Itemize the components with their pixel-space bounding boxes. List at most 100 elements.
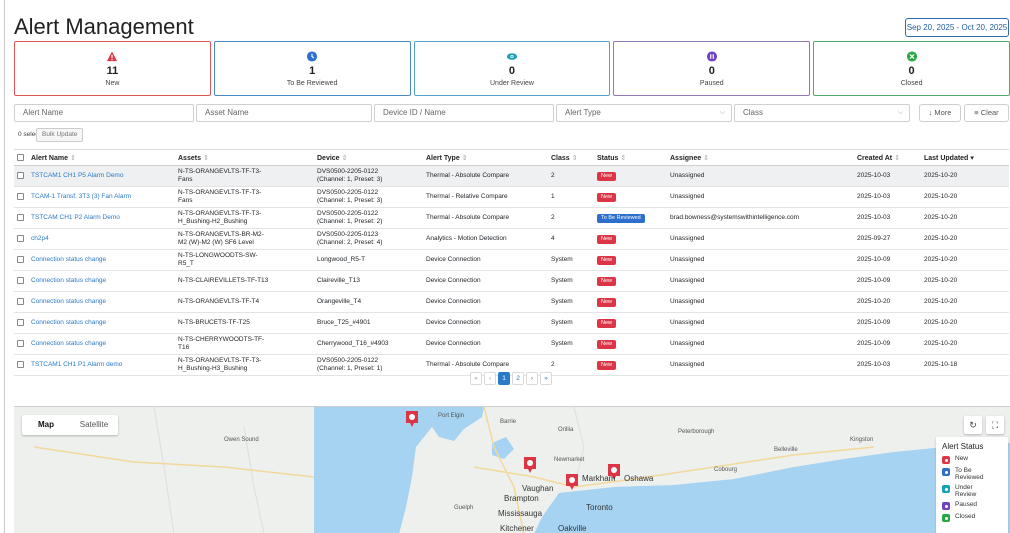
col-assets[interactable]: Assets ⇕: [175, 149, 314, 166]
table-row[interactable]: Connection status change N-TS-ORANGEVLTS-…: [14, 291, 1009, 313]
card-paused[interactable]: 0 Paused: [613, 41, 811, 96]
col-alert-type[interactable]: Alert Type ⇕: [423, 149, 548, 166]
asset-line-2: H_Bushing-H3_Bushing: [178, 365, 248, 372]
row-checkbox[interactable]: [17, 276, 24, 284]
alert-name-link[interactable]: ch2p4: [28, 228, 175, 250]
place-peterborough: Peterborough: [678, 429, 715, 435]
table-row[interactable]: Connection status change N-TS-CLAIREVILLE…: [14, 270, 1009, 292]
status-badge: New: [597, 339, 617, 349]
alert-name-link[interactable]: Connection status change: [28, 270, 175, 292]
legend-under-label: Under Review: [955, 484, 977, 498]
alert-type-cell: Device Connection: [423, 270, 548, 292]
next-page-button[interactable]: ›: [526, 372, 538, 385]
device-input[interactable]: Device ID / Name: [374, 104, 554, 122]
created-at-cell: 2025-10-20: [854, 291, 921, 313]
prev-page-button[interactable]: ‹: [484, 372, 496, 385]
asset-name-input[interactable]: Asset Name: [196, 104, 372, 122]
row-checkbox[interactable]: [17, 297, 24, 305]
table-row[interactable]: Connection status change N-TS-BRUCETS-TF-…: [14, 312, 1009, 334]
reset-view-icon[interactable]: ↻: [964, 416, 982, 434]
last-updated-cell: 2025-10-20: [921, 186, 1009, 208]
select-all-checkbox[interactable]: [17, 153, 24, 161]
col-class[interactable]: Class ⇕: [548, 149, 594, 166]
clear-filters-button[interactable]: ≡ Clear: [964, 104, 1009, 122]
asset-cell: N-TS-ORANGEVLTS-TF-T3- Fans: [175, 165, 314, 187]
row-select-cell: [14, 186, 28, 208]
class-cell: System: [548, 291, 594, 313]
card-new[interactable]: 11 New: [14, 41, 211, 96]
page-title: Alert Management: [14, 14, 194, 39]
alert-type-cell: Device Connection: [423, 333, 548, 355]
legend-item-new: New: [942, 455, 1002, 464]
asset-line-2: H_Bushing-H2_Bushing: [178, 218, 248, 225]
first-page-button[interactable]: «: [470, 372, 482, 385]
row-checkbox[interactable]: [17, 318, 24, 326]
device-cell: DVS0500-2205-0122 (Channel: 1, Preset: 3): [314, 165, 423, 187]
alerts-table: Alert Name ⇕ Assets ⇕ Device ⇕ Alert Type ⇕ …: [14, 149, 1009, 376]
alert-name-link[interactable]: Connection status change: [28, 249, 175, 271]
created-at-cell: 2025-10-03: [854, 354, 921, 376]
col-alert-name[interactable]: Alert Name ⇕: [28, 149, 175, 166]
place-markham: Markham: [582, 474, 616, 483]
more-filters-button[interactable]: ↓ More: [919, 104, 961, 122]
alert-type-cell: Thermal - Relative Compare: [423, 186, 548, 208]
alert-name-link[interactable]: Connection status change: [28, 312, 175, 334]
bulk-update-button[interactable]: Bulk Update: [36, 128, 84, 142]
map-tab[interactable]: Map: [22, 415, 70, 435]
table-row[interactable]: TSTCAM CH1 P2 Alarm Demo N-TS-ORANGEVLTS-…: [14, 207, 1009, 229]
fullscreen-icon[interactable]: ⛶: [986, 416, 1004, 434]
map-marker-new[interactable]: [522, 455, 538, 475]
col-assignee[interactable]: Assignee ⇕: [667, 149, 854, 166]
page-2-button[interactable]: 2: [512, 372, 524, 385]
alert-name-link[interactable]: TSTCAM1 CH1 P5 Alarm Demo: [28, 165, 175, 187]
alert-type-select[interactable]: Alert Type ⌵: [556, 104, 732, 122]
device-line-1: DVS0500-2205-0123: [317, 231, 379, 238]
row-checkbox[interactable]: [17, 234, 24, 242]
table-row[interactable]: TSTCAM1 CH1 P5 Alarm Demo N-TS-ORANGEVLTS…: [14, 165, 1009, 187]
date-range-picker[interactable]: Sep 20, 2025 - Oct 20, 2025 ▾: [905, 18, 1009, 49]
alert-name-link[interactable]: Connection status change: [28, 333, 175, 355]
row-checkbox[interactable]: [17, 339, 24, 347]
class-cell: 1: [548, 186, 594, 208]
legend-new-swatch: [942, 456, 950, 464]
card-under-review[interactable]: 0 Under Review: [413, 41, 611, 96]
row-checkbox[interactable]: [17, 192, 24, 200]
chevron-down-icon: ⌵: [719, 109, 725, 116]
map-marker-new[interactable]: [404, 409, 420, 429]
table-row[interactable]: Connection status change N-TS-CHERRYWOODT…: [14, 333, 1009, 355]
table-row[interactable]: ch2p4 N-TS-ORANGEVLTS-BR-M2- M2 (W)-M2 (W)…: [14, 228, 1009, 250]
card-to-be-reviewed[interactable]: 1 To Be Reviewed: [213, 41, 411, 96]
alert-name-link[interactable]: TCAM-1 Transf. 3T3 (3) Fan Alarm: [28, 186, 175, 208]
col-device[interactable]: Device ⇕: [314, 149, 423, 166]
alert-map[interactable]: Barrie Newmarket Vaughan Markham Brampto…: [14, 406, 1010, 533]
alert-name-input[interactable]: Alert Name: [14, 104, 194, 122]
page-1-button[interactable]: 1: [498, 372, 510, 385]
alert-type-cell: Device Connection: [423, 312, 548, 334]
row-checkbox[interactable]: [17, 171, 24, 179]
col-created-label: Created At: [857, 154, 893, 162]
map-marker-new[interactable]: [564, 472, 580, 492]
alert-name-link[interactable]: TSTCAM1 CH1 P1 Alarm demo: [28, 354, 175, 376]
table-row[interactable]: TCAM-1 Transf. 3T3 (3) Fan Alarm N-TS-ORA…: [14, 186, 1009, 208]
row-checkbox[interactable]: [17, 360, 24, 368]
sort-icon: ⇕: [69, 154, 76, 162]
table-row[interactable]: Connection status change N-TS-LONGWOODTS-…: [14, 249, 1009, 271]
col-last-updated[interactable]: Last Updated ▾: [921, 149, 1009, 166]
place-orillia: Orillia: [558, 427, 574, 433]
alert-name-link[interactable]: Connection status change: [28, 291, 175, 313]
last-page-button[interactable]: »: [540, 372, 552, 385]
row-checkbox[interactable]: [17, 213, 24, 221]
alert-name-link[interactable]: TSTCAM CH1 P2 Alarm Demo: [28, 207, 175, 229]
class-select[interactable]: Class ⌵: [734, 104, 910, 122]
col-status[interactable]: Status ⇕: [594, 149, 667, 166]
satellite-tab[interactable]: Satellite: [70, 415, 118, 435]
legend-item-under: Under Review: [942, 484, 1002, 498]
row-checkbox[interactable]: [17, 255, 24, 263]
created-at-cell: 2025-10-09: [854, 270, 921, 292]
card-closed[interactable]: 0 Closed: [813, 41, 1010, 96]
asset-cell: N-TS-BRUCETS-TF-T25: [175, 312, 314, 334]
col-created-at[interactable]: Created At ⇕: [854, 149, 921, 166]
last-updated-cell: 2025-10-20: [921, 333, 1009, 355]
place-barrie: Barrie: [500, 419, 517, 425]
legend-item-closed: Closed: [942, 513, 1002, 522]
